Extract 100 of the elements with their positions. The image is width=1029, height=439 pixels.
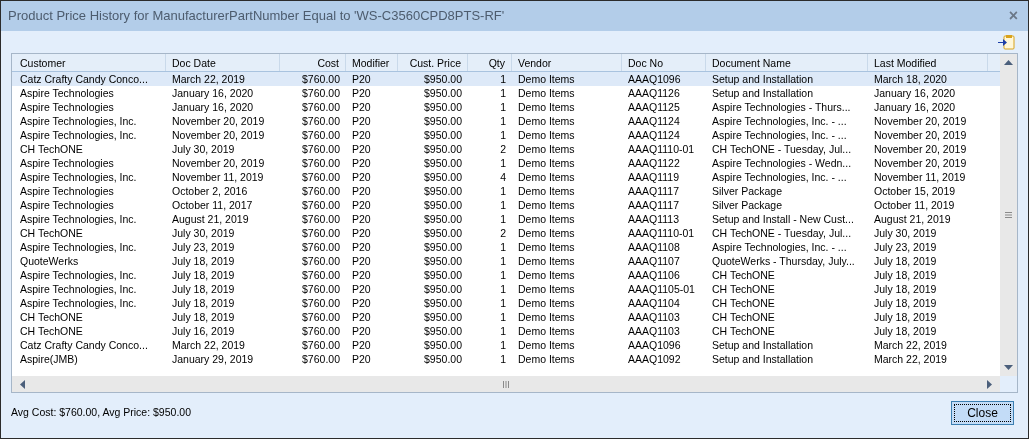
table-row[interactable]: Aspire Technologies January 16, 2020 $760.00 P20 $950.00 1 Demo Items AAAQ1126 Setup and Installation January 16, 2020	[12, 86, 1000, 100]
doc-no-cell-text: AAAQ1126	[627, 86, 681, 100]
modifier-cell-text: P20	[351, 170, 372, 184]
scroll-left-icon[interactable]	[20, 379, 25, 389]
modifier-cell-text: P20	[351, 198, 372, 212]
table-row[interactable]: Aspire Technologies, Inc. July 18, 2019 $760.00 P20 $950.00 1 Demo Items AAAQ1106 CH TechONE July 18, 2019	[12, 268, 1000, 282]
horizontal-scrollbar[interactable]	[12, 376, 1000, 392]
cost-cell-text: $760.00	[301, 170, 341, 184]
doc-no-cell-text: AAAQ1092	[627, 352, 682, 366]
column-header[interactable]: Last Modified	[868, 54, 988, 71]
qty-cell-text: 1	[499, 240, 507, 254]
table-row[interactable]: Aspire Technologies, Inc. July 23, 2019 $760.00 P20 $950.00 1 Demo Items AAAQ1108 Aspire Technologies, Inc. - ... July 23, 2019	[12, 240, 1000, 254]
modifier-cell-text: P20	[351, 184, 372, 198]
column-header[interactable]: Document Name	[706, 54, 868, 71]
close-dialog-button[interactable]: Close	[951, 401, 1014, 425]
vendor-cell-text: Demo Items	[517, 170, 576, 184]
table-row[interactable]: Aspire Technologies October 2, 2016 $760.00 P20 $950.00 1 Demo Items AAAQ1117 Silver Package October 15, 2019	[12, 184, 1000, 198]
doc-no-cell-text: AAAQ1107	[627, 254, 681, 268]
modifier-cell-text: P20	[351, 142, 372, 156]
doc-date-cell-text: July 18, 2019	[171, 268, 236, 282]
table-row[interactable]: CH TechONE July 30, 2019 $760.00 P20 $950.00 2 Demo Items AAAQ1110-01 CH TechONE - Tuesday, Jul... November 20, 2019	[12, 142, 1000, 156]
last-modified-cell-text: November 20, 2019	[873, 128, 968, 142]
scroll-grip-icon[interactable]	[1005, 212, 1012, 218]
column-header[interactable]: Qty	[468, 54, 512, 71]
column-header[interactable]: Doc No	[622, 54, 706, 71]
table-row[interactable]: Aspire Technologies October 11, 2017 $760.00 P20 $950.00 1 Demo Items AAAQ1117 Silver Package October 11, 2019	[12, 198, 1000, 212]
customer-cell-text: Aspire Technologies, Inc.	[19, 296, 138, 310]
scroll-up-icon[interactable]	[1004, 60, 1013, 65]
table-row[interactable]: Aspire Technologies, Inc. November 11, 2019 $760.00 P20 $950.00 4 Demo Items AAAQ1119 Aspire Technologies, Inc. - ... November 11, 2019	[12, 170, 1000, 184]
table-row[interactable]: Aspire Technologies, Inc. November 20, 2019 $760.00 P20 $950.00 1 Demo Items AAAQ1124 Aspire Technologies, Inc. - ... November 20, 2019	[12, 114, 1000, 128]
price-cell-text: $950.00	[423, 114, 463, 128]
scroll-grip-icon[interactable]	[503, 380, 509, 388]
price-cell-text: $950.00	[423, 170, 463, 184]
table-row[interactable]: QuoteWerks July 18, 2019 $760.00 P20 $950.00 1 Demo Items AAAQ1107 QuoteWerks - Thursday, July... July 18, 2019	[12, 254, 1000, 268]
doc-no-cell-text: AAAQ1104	[627, 296, 681, 310]
document-name-cell-text: Silver Package	[711, 198, 784, 212]
column-header[interactable]: Cost	[280, 54, 346, 71]
cost-cell-text: $760.00	[301, 72, 341, 86]
modifier-cell-text: P20	[351, 72, 372, 86]
vertical-scrollbar[interactable]	[1000, 54, 1017, 376]
last-modified-cell-text: July 18, 2019	[873, 310, 938, 324]
price-cell-text: $950.00	[423, 338, 463, 352]
last-modified-cell-text: July 23, 2019	[873, 240, 938, 254]
last-modified-cell-text: November 11, 2019	[873, 170, 967, 184]
document-name-cell-text: CH TechONE	[711, 296, 776, 310]
modifier-cell-text: P20	[351, 114, 372, 128]
customer-cell-text: Aspire Technologies, Inc.	[19, 114, 138, 128]
doc-no-cell-text: AAAQ1108	[627, 240, 681, 254]
vendor-cell-text: Demo Items	[517, 198, 576, 212]
scroll-down-icon[interactable]	[1004, 365, 1013, 370]
doc-date-cell-text: November 20, 2019	[171, 114, 266, 128]
qty-cell-text: 1	[499, 198, 507, 212]
doc-date-cell-text: January 16, 2020	[171, 86, 255, 100]
clipboard-export-icon[interactable]	[998, 34, 1016, 50]
qty-cell-text: 2	[499, 142, 507, 156]
qty-cell-text: 1	[499, 100, 507, 114]
doc-no-cell-text: AAAQ1103	[627, 310, 681, 324]
document-name-cell-text: CH TechONE	[711, 310, 776, 324]
table-row[interactable]: CH TechONE July 16, 2019 $760.00 P20 $950.00 1 Demo Items AAAQ1103 CH TechONE July 18, 2019	[12, 324, 1000, 338]
table-row[interactable]: Catz Crafty Candy Conco... March 22, 2019 $760.00 P20 $950.00 1 Demo Items AAAQ1096 Setup and Installation March 18, 2020	[12, 72, 1000, 86]
qty-cell-text: 1	[499, 296, 507, 310]
column-header[interactable]: Vendor	[512, 54, 622, 71]
document-name-cell-text: Aspire Technologies, Inc. - ...	[711, 128, 848, 142]
table-row[interactable]: Aspire Technologies, Inc. July 18, 2019 $760.00 P20 $950.00 1 Demo Items AAAQ1104 CH TechONE July 18, 2019	[12, 296, 1000, 310]
document-name-cell-text: CH TechONE - Tuesday, Jul...	[711, 226, 853, 240]
column-header[interactable]: Customer	[14, 54, 166, 71]
table-row[interactable]: CH TechONE July 18, 2019 $760.00 P20 $950.00 1 Demo Items AAAQ1103 CH TechONE July 18, 2019	[12, 310, 1000, 324]
table-row[interactable]: Aspire(JMB) January 29, 2019 $760.00 P20 $950.00 1 Demo Items AAAQ1092 Setup and Installation March 22, 2019	[12, 352, 1000, 366]
modifier-cell-text: P20	[351, 338, 372, 352]
qty-cell-text: 1	[499, 324, 507, 338]
price-cell-text: $950.00	[423, 282, 463, 296]
document-name-cell-text: CH TechONE	[711, 324, 776, 338]
table-row[interactable]: Aspire Technologies, Inc. July 18, 2019 $760.00 P20 $950.00 1 Demo Items AAAQ1105-01 CH TechONE July 18, 2019	[12, 282, 1000, 296]
table-row[interactable]: Aspire Technologies, Inc. November 20, 2019 $760.00 P20 $950.00 1 Demo Items AAAQ1124 Aspire Technologies, Inc. - ... November 20, 2019	[12, 128, 1000, 142]
doc-no-cell-text: AAAQ1125	[627, 100, 681, 114]
table-row[interactable]: Aspire Technologies, Inc. August 21, 2019 $760.00 P20 $950.00 1 Demo Items AAAQ1113 Setup and Install - New Cust... August 21, 2019	[12, 212, 1000, 226]
table-row[interactable]: Aspire Technologies January 16, 2020 $760.00 P20 $950.00 1 Demo Items AAAQ1125 Aspire Technologies - Thurs... January 16, 2020	[12, 100, 1000, 114]
modifier-cell-text: P20	[351, 268, 372, 282]
customer-cell-text: Aspire Technologies	[19, 184, 115, 198]
vendor-cell-text: Demo Items	[517, 254, 576, 268]
modifier-cell-text: P20	[351, 282, 372, 296]
table-row[interactable]: Aspire Technologies November 20, 2019 $760.00 P20 $950.00 1 Demo Items AAAQ1122 Aspire Technologies - Wedn... November 20, 2019	[12, 156, 1000, 170]
vendor-cell-text: Demo Items	[517, 282, 576, 296]
doc-date-cell-text: March 22, 2019	[171, 72, 246, 86]
scroll-right-icon[interactable]	[987, 379, 992, 389]
window-title: Product Price History for ManufacturerPartNumber Equal to 'WS-C3560CPD8PTS-RF'	[8, 7, 505, 26]
price-cell-text: $950.00	[423, 142, 463, 156]
column-header[interactable]: Doc Date	[166, 54, 280, 71]
qty-cell-text: 1	[499, 72, 507, 86]
doc-date-cell-text: November 20, 2019	[171, 156, 266, 170]
doc-date-cell-text: July 18, 2019	[171, 310, 236, 324]
column-header[interactable]: Modifier	[346, 54, 398, 71]
modifier-cell-text: P20	[351, 156, 372, 170]
last-modified-cell-text: July 30, 2019	[873, 226, 938, 240]
cost-cell-text: $760.00	[301, 268, 341, 282]
doc-no-cell-text: AAAQ1096	[627, 72, 682, 86]
column-header[interactable]: Cust. Price	[398, 54, 468, 71]
price-cell-text: $950.00	[423, 72, 463, 86]
table-row[interactable]: CH TechONE July 30, 2019 $760.00 P20 $950.00 2 Demo Items AAAQ1110-01 CH TechONE - Tuesday, Jul... July 30, 2019	[12, 226, 1000, 240]
table-row[interactable]: Catz Crafty Candy Conco... March 22, 2019 $760.00 P20 $950.00 1 Demo Items AAAQ1096 Setup and Installation March 22, 2019	[12, 338, 1000, 352]
